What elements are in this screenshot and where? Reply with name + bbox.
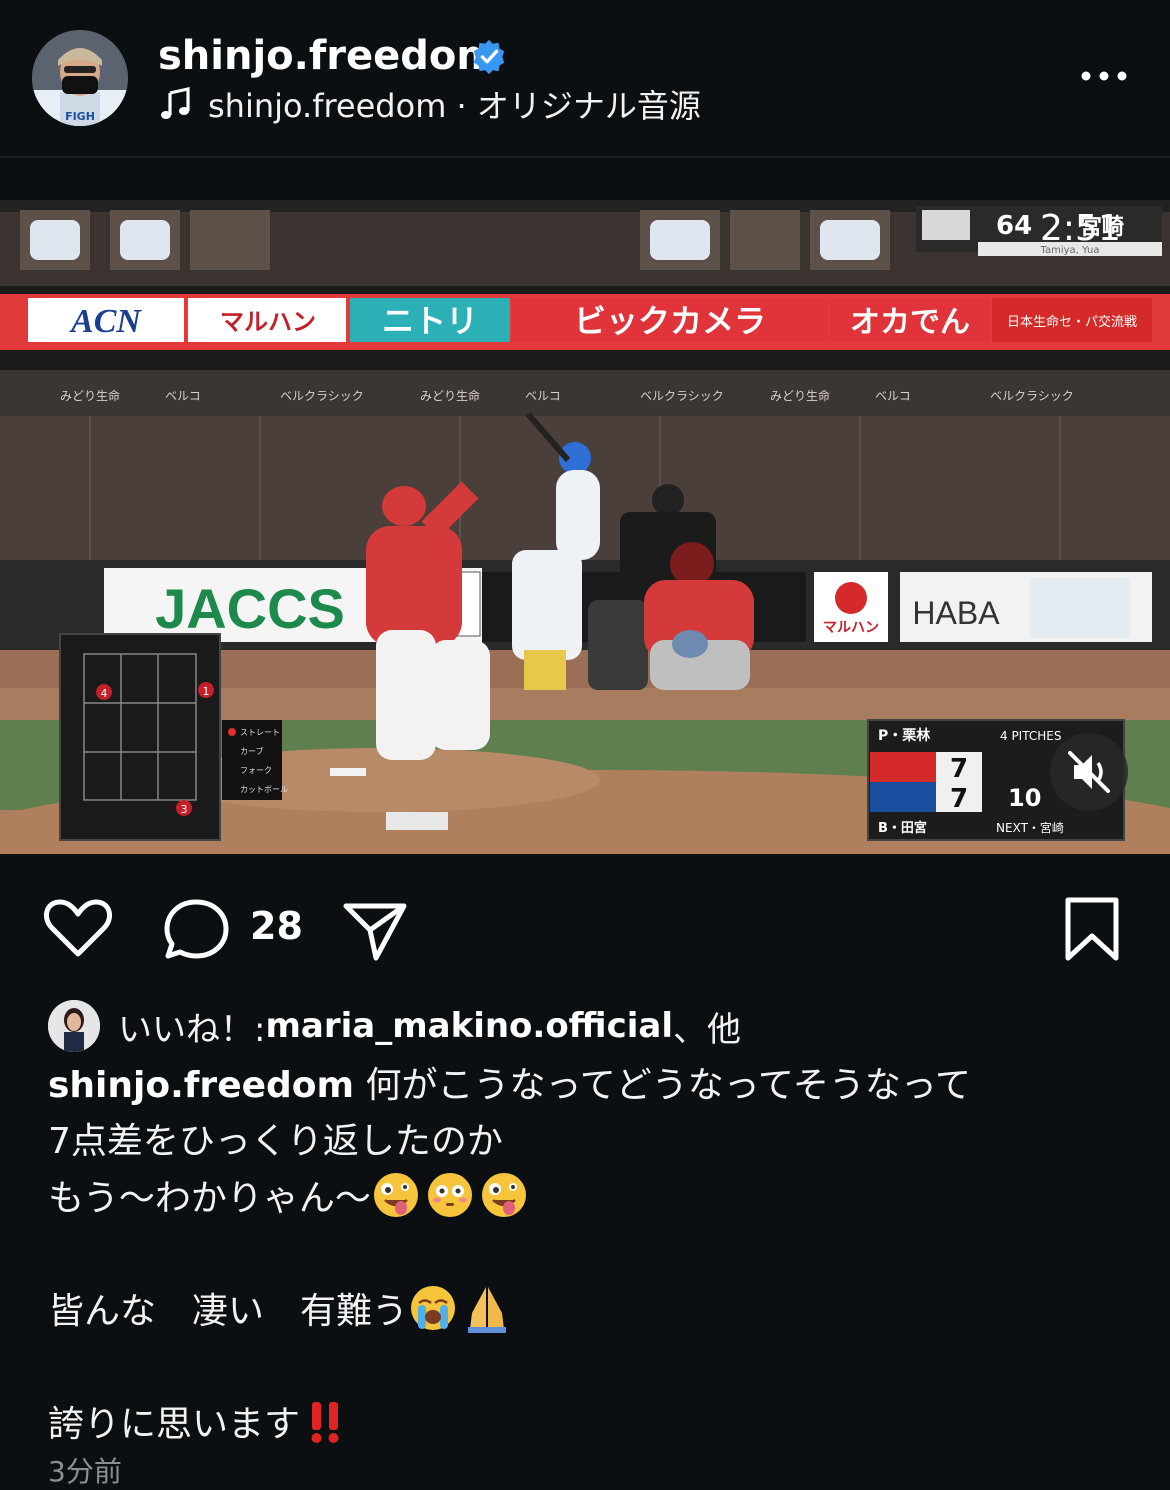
likes-others[interactable]: 、他 xyxy=(673,1002,741,1051)
likes-summary[interactable]: いいね！: maria_makino.official 、他 xyxy=(48,998,741,1054)
video-player[interactable]: ACN マルハン ニトリ ビックカメラ オカでん 日本生命セ・パ交流戦 みどり生… xyxy=(0,200,1170,854)
caption-line-5: 誇りに思います xyxy=(48,1404,301,1445)
caption-line-3: もう〜わかりゃん〜 xyxy=(48,1178,371,1219)
zany-face-emoji-icon-2 xyxy=(481,1173,526,1217)
heart-icon[interactable] xyxy=(42,896,114,960)
ad-maruhan-2: マルハン xyxy=(823,620,879,636)
scoreboard-inning: 10 xyxy=(1008,784,1041,812)
scoreboard-pitcher: P・栗林 xyxy=(878,727,930,744)
rail-ad-1: みどり生命 xyxy=(60,388,120,403)
caption-line-2: 7点差をひっくり返したのか xyxy=(48,1121,503,1162)
pitch-mark-3: 3 xyxy=(181,803,188,816)
post-actions: 28 xyxy=(0,880,1170,980)
ad-okaden: オカでん xyxy=(850,305,970,340)
rail-ad-5: ベルコ xyxy=(525,389,561,403)
pitch-mark-1: 1 xyxy=(203,685,210,698)
video-clock: 2:51 xyxy=(1040,208,1121,249)
ad-acn: ACN xyxy=(69,303,142,340)
caption-username[interactable]: shinjo.freedom xyxy=(48,1065,354,1106)
likes-user[interactable]: maria_makino.official xyxy=(265,1006,673,1046)
liker-avatar xyxy=(48,1000,100,1052)
legend-fork: フォーク xyxy=(240,766,272,775)
rail-ad-6: ベルクラシック xyxy=(640,389,724,403)
header-divider xyxy=(0,156,1170,158)
video-frame: ACN マルハン ニトリ ビックカメラ オカでん 日本生命セ・パ交流戦 みどり生… xyxy=(0,200,1170,854)
rail-ad-9: ベルクラシック xyxy=(990,389,1074,403)
crying-face-emoji-icon xyxy=(411,1286,456,1330)
flushed-face-emoji-icon xyxy=(427,1173,472,1217)
rail-ad-3: ベルクラシック xyxy=(280,389,364,403)
audio-label: shinjo.freedom · オリジナル音源 xyxy=(208,87,701,125)
legend-curve: カーブ xyxy=(240,746,264,756)
scoreboard-home-score: 7 xyxy=(950,754,968,784)
mute-icon xyxy=(1068,751,1110,793)
legend-cutter: カットボール xyxy=(240,785,288,794)
comment-icon[interactable] xyxy=(162,896,232,962)
post-header: FIGH shinjo.freedom shinjo.freedom · オリジ… xyxy=(0,0,1170,156)
post-caption: shinjo.freedom 何がこうなってどうなってそうなって 7点差をひっく… xyxy=(48,1058,1128,1453)
rail-ad-8: ベルコ xyxy=(875,389,911,403)
more-icon[interactable] xyxy=(1078,58,1130,94)
ad-maruhan: マルハン xyxy=(220,308,316,336)
post-timestamp: 3分前 xyxy=(48,1455,122,1488)
profile-avatar[interactable]: FIGH xyxy=(32,30,128,126)
scoreboard-next: NEXT・宮崎 xyxy=(996,820,1064,835)
ad-interleague: 日本生命セ・パ交流戦 xyxy=(1007,314,1137,330)
music-note-icon xyxy=(161,87,190,119)
avatar-jersey-text: FIGH xyxy=(65,110,95,123)
pitch-mark-4: 4 xyxy=(101,687,108,700)
legend-straight: ストレート xyxy=(240,728,280,737)
verified-icon xyxy=(473,39,505,75)
zany-face-emoji-icon xyxy=(373,1173,418,1217)
mute-button[interactable] xyxy=(1050,733,1128,811)
caption-line-4: 皆んな 凄い 有難う xyxy=(48,1291,409,1332)
rail-ad-4: みどり生命 xyxy=(420,388,480,403)
comment-count: 28 xyxy=(250,904,303,948)
post-username[interactable]: shinjo.freedom xyxy=(158,30,498,82)
share-icon[interactable] xyxy=(340,896,410,962)
rail-ad-7: みどり生命 xyxy=(770,388,830,403)
folded-hands-emoji-icon xyxy=(468,1287,507,1333)
caption-line-1: 何がこうなってどうなってそうなって xyxy=(365,1065,972,1106)
rail-ad-2: ベルコ xyxy=(165,389,201,403)
ad-nitori: ニトリ xyxy=(382,302,478,340)
audio-link[interactable]: shinjo.freedom · オリジナル音源 xyxy=(158,82,701,126)
overlay-player-number: 64 xyxy=(996,211,1032,241)
ad-jaccs: JACCS xyxy=(155,577,345,640)
likes-prefix: いいね！: xyxy=(118,1009,266,1050)
double-exclamation-emoji-icon xyxy=(311,1402,339,1443)
ad-bic-camera: ビックカメラ xyxy=(574,302,766,340)
bookmark-icon[interactable] xyxy=(1062,896,1122,964)
scoreboard-away-score: 7 xyxy=(950,784,968,814)
ad-haba: HABA xyxy=(912,595,1000,631)
scoreboard-batter: B・田宮 xyxy=(878,820,927,836)
